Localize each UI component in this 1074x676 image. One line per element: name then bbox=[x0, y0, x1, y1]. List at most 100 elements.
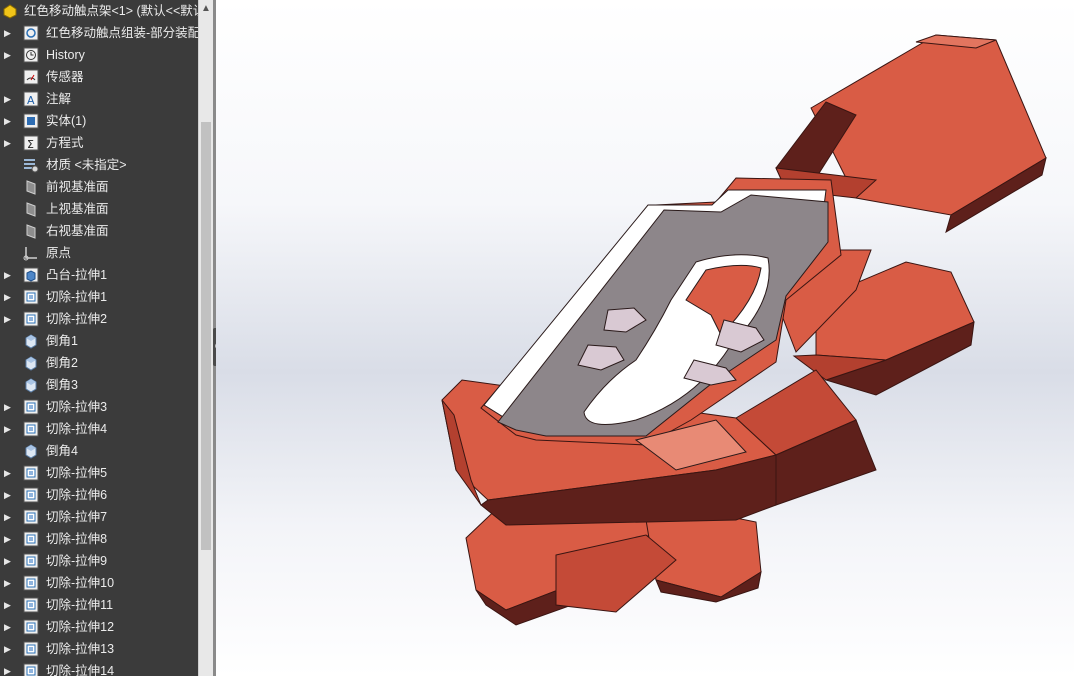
tree-root-part[interactable]: 红色移动触点架<1> (默认<<默认 bbox=[0, 0, 205, 22]
tree-item[interactable]: 倒角3 bbox=[0, 374, 198, 396]
cut-extrude-icon bbox=[23, 531, 39, 547]
expand-arrow-icon[interactable]: ▶ bbox=[4, 660, 14, 676]
history-icon bbox=[23, 47, 39, 63]
tree-item[interactable]: 倒角2 bbox=[0, 352, 198, 374]
expand-arrow-icon[interactable]: ▶ bbox=[4, 132, 14, 154]
tree-item-label: 右视基准面 bbox=[46, 224, 109, 238]
tree-item[interactable]: ▶ Σ 方程式 bbox=[0, 132, 198, 154]
expand-arrow-icon[interactable]: ▶ bbox=[4, 638, 14, 660]
expand-arrow-icon[interactable]: ▶ bbox=[4, 616, 14, 638]
tree-item-label: 倒角1 bbox=[46, 334, 78, 348]
cut-extrude-icon bbox=[23, 619, 39, 635]
plane-icon bbox=[23, 223, 39, 239]
expand-arrow-icon[interactable]: ▶ bbox=[4, 572, 14, 594]
equations-icon: Σ bbox=[23, 135, 39, 151]
cut-extrude-icon bbox=[23, 311, 39, 327]
tree-item-label: 上视基准面 bbox=[46, 202, 109, 216]
tree-item-label: 前视基准面 bbox=[46, 180, 109, 194]
tree-item[interactable]: ▶ 切除-拉伸12 bbox=[0, 616, 198, 638]
cut-extrude-icon bbox=[23, 421, 39, 437]
expand-arrow-icon[interactable]: ▶ bbox=[4, 308, 14, 330]
tree-item[interactable]: 前视基准面 bbox=[0, 176, 198, 198]
tree-item[interactable]: ▶ 实体(1) bbox=[0, 110, 198, 132]
tree-item-label: 切除-拉伸2 bbox=[46, 312, 108, 326]
tree-item[interactable]: ▶ 切除-拉伸7 bbox=[0, 506, 198, 528]
plane-icon bbox=[23, 179, 39, 195]
red-contact-holder-model[interactable] bbox=[216, 0, 1074, 676]
tree-item-label: 注解 bbox=[46, 92, 72, 106]
solid-bodies-icon bbox=[23, 113, 39, 129]
expand-arrow-icon[interactable]: ▶ bbox=[4, 462, 14, 484]
tree-item-label: 切除-拉伸7 bbox=[46, 510, 108, 524]
feature-tree-list: 红色移动触点架<1> (默认<<默认 ▶ 红色移动触点组装-部分装配 ▶ History… bbox=[0, 0, 205, 676]
tree-item[interactable]: ▶ 红色移动触点组装-部分装配 bbox=[0, 22, 201, 44]
cut-extrude-icon bbox=[23, 641, 39, 657]
tree-item-label: 原点 bbox=[46, 246, 72, 260]
expand-arrow-icon[interactable]: ▶ bbox=[4, 264, 14, 286]
scroll-up-arrow-icon[interactable]: ▲ bbox=[199, 0, 213, 18]
tree-item-label: 切除-拉伸5 bbox=[46, 466, 108, 480]
cut-extrude-icon bbox=[23, 575, 39, 591]
expand-arrow-icon[interactable]: ▶ bbox=[4, 88, 14, 110]
tree-item-label: 红色移动触点组装-部分装配 bbox=[46, 26, 201, 40]
tree-item[interactable]: 材质 <未指定> bbox=[0, 154, 198, 176]
tree-item[interactable]: ▶ 切除-拉伸13 bbox=[0, 638, 198, 660]
tree-item-label: 倒角4 bbox=[46, 444, 78, 458]
tree-root-label: 红色移动触点架<1> (默认<<默认 bbox=[24, 4, 206, 18]
chamfer-icon bbox=[23, 355, 39, 371]
feature-manager-tree: 红色移动触点架<1> (默认<<默认 ▶ 红色移动触点组装-部分装配 ▶ History… bbox=[0, 0, 213, 676]
tree-item[interactable]: 倒角4 bbox=[0, 440, 198, 462]
cut-extrude-icon bbox=[23, 597, 39, 613]
tree-item[interactable]: ▶ 切除-拉伸9 bbox=[0, 550, 198, 572]
tree-item[interactable]: ▶ 切除-拉伸5 bbox=[0, 462, 198, 484]
expand-arrow-icon[interactable]: ▶ bbox=[4, 594, 14, 616]
tree-item-label: 实体(1) bbox=[46, 114, 87, 128]
cut-extrude-icon bbox=[23, 465, 39, 481]
expand-arrow-icon[interactable]: ▶ bbox=[4, 110, 14, 132]
tree-item-label: 倒角3 bbox=[46, 378, 78, 392]
tree-item[interactable]: ▶ A 注解 bbox=[0, 88, 198, 110]
tree-item[interactable]: 上视基准面 bbox=[0, 198, 198, 220]
tree-item[interactable]: ▶ 切除-拉伸11 bbox=[0, 594, 198, 616]
tree-scrollbar[interactable]: ▲ bbox=[198, 0, 213, 676]
tree-item-label: 材质 <未指定> bbox=[46, 158, 127, 172]
scrollbar-thumb[interactable] bbox=[201, 122, 211, 550]
tree-item[interactable]: ▶ 切除-拉伸10 bbox=[0, 572, 198, 594]
tree-item[interactable]: 原点 bbox=[0, 242, 198, 264]
graphics-viewport[interactable] bbox=[216, 0, 1074, 676]
tree-item-label: 切除-拉伸11 bbox=[46, 598, 114, 612]
tree-item-label: 切除-拉伸1 bbox=[46, 290, 108, 304]
expand-arrow-icon[interactable]: ▶ bbox=[4, 44, 14, 66]
chamfer-icon bbox=[23, 333, 39, 349]
annotation-icon: A bbox=[23, 91, 39, 107]
expand-arrow-icon[interactable]: ▶ bbox=[4, 396, 14, 418]
expand-arrow-icon[interactable]: ▶ bbox=[4, 418, 14, 440]
tree-item-label: 切除-拉伸6 bbox=[46, 488, 108, 502]
expand-arrow-icon[interactable]: ▶ bbox=[4, 550, 14, 572]
sensor-icon bbox=[23, 69, 39, 85]
tree-item[interactable]: ▶ 切除-拉伸4 bbox=[0, 418, 198, 440]
expand-arrow-icon[interactable]: ▶ bbox=[4, 22, 14, 44]
plane-icon bbox=[23, 201, 39, 217]
expand-arrow-icon[interactable]: ▶ bbox=[4, 506, 14, 528]
expand-arrow-icon[interactable]: ▶ bbox=[4, 528, 14, 550]
tree-item[interactable]: ▶ 凸台-拉伸1 bbox=[0, 264, 198, 286]
tree-item[interactable]: 倒角1 bbox=[0, 330, 198, 352]
tree-item[interactable]: ▶ 切除-拉伸6 bbox=[0, 484, 198, 506]
tree-item[interactable]: ▶ 切除-拉伸3 bbox=[0, 396, 198, 418]
tree-item[interactable]: ▶ 切除-拉伸2 bbox=[0, 308, 198, 330]
tree-item-label: 倒角2 bbox=[46, 356, 78, 370]
tree-item[interactable]: ▶ 切除-拉伸8 bbox=[0, 528, 198, 550]
boss-extrude-icon bbox=[23, 267, 39, 283]
tree-item[interactable]: ▶ 切除-拉伸14 bbox=[0, 660, 198, 676]
tree-item[interactable]: 右视基准面 bbox=[0, 220, 198, 242]
expand-arrow-icon[interactable]: ▶ bbox=[4, 484, 14, 506]
tree-item[interactable]: 传感器 bbox=[0, 66, 198, 88]
tree-item[interactable]: ▶ 切除-拉伸1 bbox=[0, 286, 198, 308]
cut-extrude-icon bbox=[23, 509, 39, 525]
tree-item-label: 切除-拉伸4 bbox=[46, 422, 108, 436]
expand-arrow-icon[interactable]: ▶ bbox=[4, 286, 14, 308]
tree-item[interactable]: ▶ History bbox=[0, 44, 198, 66]
cut-extrude-icon bbox=[23, 553, 39, 569]
tree-item-label: 切除-拉伸14 bbox=[46, 664, 115, 676]
